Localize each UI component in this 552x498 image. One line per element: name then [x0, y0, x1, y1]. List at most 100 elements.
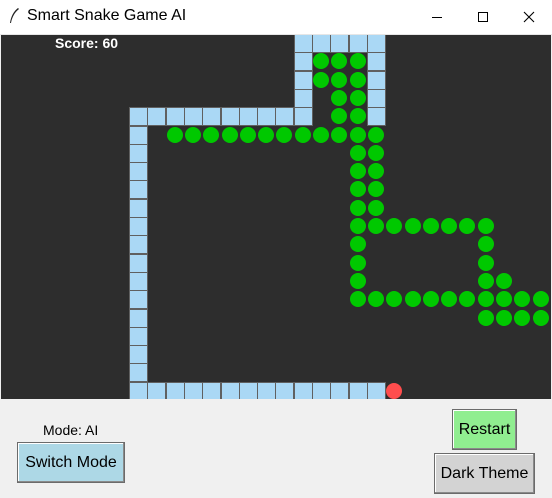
snake-segment	[533, 310, 549, 326]
snake-segment	[514, 310, 530, 326]
snake-segment	[368, 218, 384, 234]
snake-segment	[350, 236, 366, 252]
snake-segment	[441, 218, 457, 234]
snake-segment	[386, 291, 402, 307]
snake-segment	[258, 127, 274, 143]
snake-segment	[331, 53, 347, 69]
snake-segment	[478, 218, 494, 234]
maximize-button[interactable]	[460, 0, 506, 34]
wall-block	[202, 107, 221, 126]
wall-block	[147, 382, 166, 399]
minimize-button[interactable]	[414, 0, 460, 34]
wall-block	[257, 382, 276, 399]
snake-segment	[405, 218, 421, 234]
restart-button[interactable]: Restart	[452, 409, 517, 450]
snake-segment	[533, 291, 549, 307]
close-button[interactable]	[506, 0, 552, 34]
snake-segment	[350, 108, 366, 124]
wall-block	[184, 107, 203, 126]
snake-segment	[478, 291, 494, 307]
snake-segment	[496, 310, 512, 326]
snake-segment	[368, 181, 384, 197]
wall-block	[239, 382, 258, 399]
wall-block	[367, 71, 386, 90]
wall-block	[275, 107, 294, 126]
snake-segment	[496, 291, 512, 307]
snake-segment	[441, 291, 457, 307]
snake-segment	[478, 255, 494, 271]
wall-block	[312, 35, 331, 53]
snake-segment	[368, 291, 384, 307]
food-item	[386, 383, 402, 399]
snake-segment	[222, 127, 238, 143]
snake-segment	[368, 127, 384, 143]
snake-segment	[331, 72, 347, 88]
theme-button[interactable]: Dark Theme	[434, 453, 535, 494]
snake-segment	[423, 291, 439, 307]
wall-block	[239, 107, 258, 126]
wall-block	[367, 107, 386, 126]
snake-segment	[350, 291, 366, 307]
switch-mode-button[interactable]: Switch Mode	[17, 442, 125, 483]
snake-segment	[368, 163, 384, 179]
wall-block	[257, 107, 276, 126]
wall-block	[129, 290, 148, 309]
wall-block	[294, 35, 313, 53]
minimize-icon	[432, 17, 442, 18]
snake-segment	[167, 127, 183, 143]
wall-block	[294, 71, 313, 90]
wall-block	[294, 382, 313, 399]
wall-block	[330, 35, 349, 53]
snake-segment	[350, 200, 366, 216]
wall-block	[166, 382, 185, 399]
snake-segment	[276, 127, 292, 143]
snake-segment	[368, 145, 384, 161]
wall-block	[129, 162, 148, 181]
wall-block	[294, 52, 313, 71]
wall-block	[129, 272, 148, 291]
snake-segment	[496, 273, 512, 289]
snake-segment	[350, 53, 366, 69]
wall-block	[129, 345, 148, 364]
snake-segment	[478, 310, 494, 326]
wall-block	[129, 107, 148, 126]
snake-segment	[405, 291, 421, 307]
wall-block	[202, 382, 221, 399]
snake-segment	[459, 218, 475, 234]
snake-segment	[331, 127, 347, 143]
wall-block	[129, 327, 148, 346]
title-bar: Smart Snake Game AI	[0, 0, 552, 35]
wall-block	[129, 254, 148, 273]
wall-block	[221, 382, 240, 399]
snake-segment	[331, 108, 347, 124]
snake-segment	[313, 72, 329, 88]
wall-block	[367, 382, 386, 399]
wall-block	[221, 107, 240, 126]
wall-block	[129, 126, 148, 145]
wall-block	[367, 52, 386, 71]
snake-segment	[478, 236, 494, 252]
snake-segment	[350, 273, 366, 289]
wall-block	[330, 382, 349, 399]
game-canvas: Score: 60	[1, 35, 551, 399]
snake-segment	[386, 218, 402, 234]
wall-block	[349, 35, 368, 53]
mode-label: Mode: AI	[43, 422, 99, 438]
wall-block	[129, 363, 148, 382]
snake-segment	[423, 218, 439, 234]
wall-block	[294, 107, 313, 126]
close-icon	[523, 11, 535, 23]
wall-block	[129, 144, 148, 163]
maximize-icon	[478, 12, 488, 22]
snake-segment	[350, 163, 366, 179]
wall-block	[129, 180, 148, 199]
snake-segment	[350, 181, 366, 197]
snake-segment	[478, 273, 494, 289]
snake-segment	[350, 255, 366, 271]
wall-block	[184, 382, 203, 399]
wall-block	[129, 217, 148, 236]
snake-segment	[313, 127, 329, 143]
wall-block	[312, 382, 331, 399]
wall-block	[294, 89, 313, 108]
wall-block	[129, 199, 148, 218]
